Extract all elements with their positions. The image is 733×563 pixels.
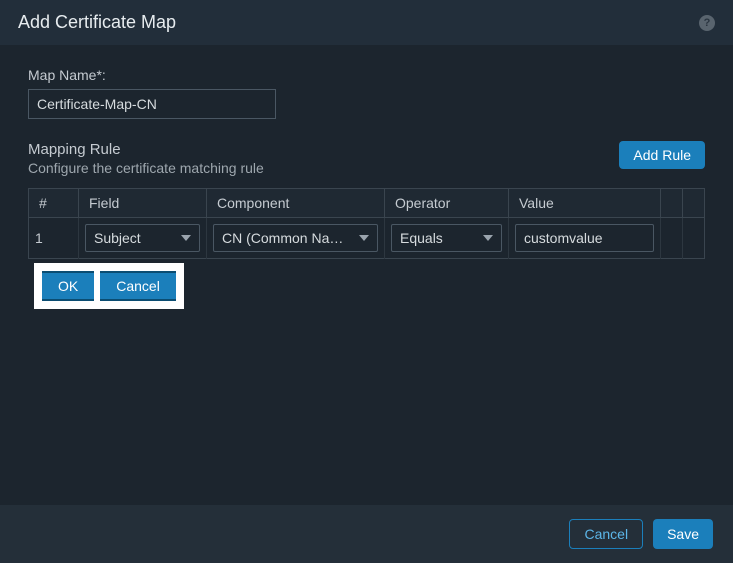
col-header-num: # (29, 189, 79, 218)
mapping-rule-section-header: Mapping Rule Configure the certificate m… (28, 141, 705, 176)
col-header-spacer-1 (661, 189, 683, 218)
col-header-component: Component (207, 189, 385, 218)
row-inline-actions: OKCancel (34, 263, 184, 309)
add-certificate-map-dialog: Add Certificate Map ? Map Name*: Mapping… (0, 0, 733, 563)
cancel-button[interactable]: Cancel (569, 519, 643, 549)
col-header-field: Field (79, 189, 207, 218)
caret-down-icon (359, 235, 369, 241)
col-header-spacer-2 (683, 189, 705, 218)
field-select-value: Subject (94, 230, 141, 246)
mapping-rule-texts: Mapping Rule Configure the certificate m… (28, 141, 264, 176)
mapping-rule-table: # Field Component Operator Value 1 Subje… (28, 188, 705, 259)
row-action-cell-2 (683, 218, 705, 259)
dialog-title: Add Certificate Map (18, 12, 176, 33)
ok-button[interactable]: OK (42, 271, 94, 301)
mapping-rule-subtitle: Configure the certificate matching rule (28, 160, 264, 176)
caret-down-icon (483, 235, 493, 241)
help-icon[interactable]: ? (699, 15, 715, 31)
value-input[interactable]: customvalue (515, 224, 654, 252)
row-number: 1 (29, 218, 79, 259)
dialog-footer: Cancel Save (0, 505, 733, 563)
value-input-text: customvalue (524, 230, 603, 246)
component-select[interactable]: CN (Common Name) (213, 224, 378, 252)
map-name-label: Map Name*: (28, 67, 705, 83)
titlebar: Add Certificate Map ? (0, 0, 733, 45)
field-select[interactable]: Subject (85, 224, 200, 252)
operator-select[interactable]: Equals (391, 224, 502, 252)
dialog-body: Map Name*: Mapping Rule Configure the ce… (0, 45, 733, 505)
cancel-inline-button[interactable]: Cancel (100, 271, 176, 301)
col-header-operator: Operator (385, 189, 509, 218)
caret-down-icon (181, 235, 191, 241)
table-row: 1 Subject CN (Common Name) (29, 218, 705, 259)
component-select-value: CN (Common Name) (222, 230, 352, 246)
row-action-cell-1 (661, 218, 683, 259)
map-name-input[interactable] (28, 89, 276, 119)
add-rule-button[interactable]: Add Rule (619, 141, 705, 169)
save-button[interactable]: Save (653, 519, 713, 549)
col-header-value: Value (509, 189, 661, 218)
mapping-rule-title: Mapping Rule (28, 141, 264, 158)
operator-select-value: Equals (400, 230, 443, 246)
